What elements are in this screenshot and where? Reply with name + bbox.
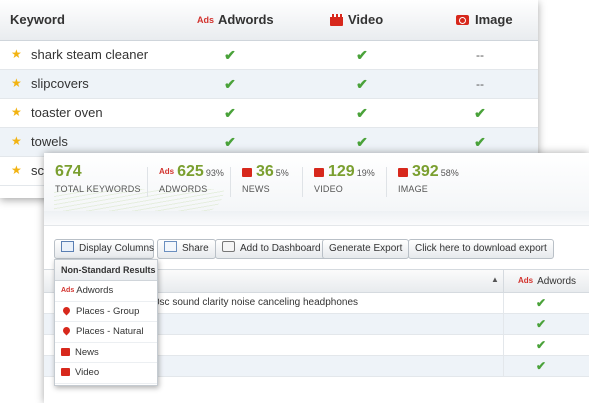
adwords-stat: Ads 625 93% ADWORDS: [159, 163, 224, 194]
empty-cell: --: [476, 48, 484, 62]
divider: [503, 356, 504, 376]
display-columns-menu: Non-Standard Results Ads Adwords Places -…: [54, 259, 158, 386]
divider: [386, 167, 387, 197]
keyword-column-header[interactable]: Keyword: [10, 0, 65, 40]
divider: [503, 335, 504, 355]
star-icon[interactable]: ★: [11, 76, 22, 90]
keyword-cell[interactable]: slipcovers: [31, 70, 89, 98]
columns-icon: [61, 241, 74, 252]
check-icon: ✔: [536, 338, 547, 352]
star-icon[interactable]: ★: [11, 105, 22, 119]
keyword-cell[interactable]: 0sc sound clarity noise canceling headph…: [154, 293, 358, 313]
menu-item-adwords[interactable]: Ads Adwords: [55, 281, 157, 302]
download-export-button[interactable]: Click here to download export: [408, 239, 554, 259]
ads-icon: Ads: [518, 276, 534, 285]
check-icon: ✔: [224, 105, 236, 121]
star-icon[interactable]: ★: [11, 47, 22, 61]
total-keywords-stat: 674 TOTAL KEYWORDS: [55, 163, 141, 194]
check-icon: ✔: [536, 296, 547, 310]
check-icon: ✔: [536, 359, 547, 373]
empty-cell: --: [476, 77, 484, 91]
news-icon: [242, 168, 252, 177]
sort-caret-icon[interactable]: ▲: [491, 275, 499, 284]
image-stat: 392 58% IMAGE: [398, 163, 459, 194]
star-icon[interactable]: ★: [11, 163, 22, 177]
check-icon: ✔: [224, 47, 236, 63]
adwords-column-header[interactable]: Ads Adwords: [518, 270, 576, 293]
video-icon: [330, 14, 343, 26]
ads-icon: Ads: [159, 167, 175, 176]
keyword-summary-panel: 674 TOTAL KEYWORDS Ads 625 93% ADWORDS 36 5…: [44, 153, 589, 403]
envelope-icon: [164, 241, 177, 252]
divider: [503, 314, 504, 334]
divider: [503, 293, 504, 313]
news-icon: [61, 347, 70, 356]
divider: [147, 167, 148, 197]
add-to-dashboard-button[interactable]: Add to Dashboard: [215, 239, 328, 259]
table-row[interactable]: ★ slipcovers ✔ ✔ --: [0, 70, 538, 99]
table-row[interactable]: ★ shark steam cleaner ✔ ✔ --: [0, 41, 538, 70]
dashboard-icon: [222, 241, 235, 252]
keyword-table-header: Keyword Ads Adwords Video Image: [0, 0, 538, 41]
menu-heading: Non-Standard Results: [55, 260, 157, 281]
check-icon: ✔: [356, 76, 368, 92]
adwords-column-header[interactable]: Ads Adwords: [197, 0, 274, 40]
check-icon: ✔: [224, 76, 236, 92]
check-icon: ✔: [474, 134, 486, 150]
keyword-cell[interactable]: toaster oven: [31, 99, 103, 127]
video-icon: [61, 368, 70, 376]
ads-icon: Ads: [197, 15, 215, 25]
share-button[interactable]: Share: [157, 239, 216, 259]
ads-icon: Ads: [61, 287, 75, 294]
menu-item-news[interactable]: News: [55, 343, 157, 363]
camera-icon: [398, 168, 408, 177]
news-stat: 36 5% NEWS: [242, 163, 289, 194]
menu-item-video[interactable]: Video: [55, 363, 157, 384]
check-icon: ✔: [356, 47, 368, 63]
divider: [302, 167, 303, 197]
video-stat: 129 19% VIDEO: [314, 163, 375, 194]
video-icon: [314, 168, 324, 177]
menu-item-places-natural[interactable]: Places - Natural: [55, 322, 157, 343]
keyword-cell[interactable]: shark steam cleaner: [31, 41, 148, 69]
generate-export-button[interactable]: Generate Export: [322, 239, 410, 259]
camera-icon: [456, 15, 469, 25]
check-icon: ✔: [474, 105, 486, 121]
section-divider: [44, 211, 589, 226]
keyword-cell[interactable]: towels: [31, 128, 68, 156]
divider: [503, 270, 504, 292]
menu-item-places-group[interactable]: Places - Group: [55, 302, 157, 322]
star-icon[interactable]: ★: [11, 134, 22, 148]
map-pin-icon: [61, 305, 72, 315]
display-columns-button[interactable]: Display Columns: [54, 239, 154, 259]
divider: [230, 167, 231, 197]
table-row[interactable]: ★ toaster oven ✔ ✔ ✔: [0, 99, 538, 128]
video-column-header[interactable]: Video: [330, 0, 383, 40]
image-column-header[interactable]: Image: [456, 0, 513, 40]
check-icon: ✔: [356, 134, 368, 150]
check-icon: ✔: [356, 105, 368, 121]
check-icon: ✔: [224, 134, 236, 150]
check-icon: ✔: [536, 317, 547, 331]
map-pin-icon: [61, 325, 72, 336]
